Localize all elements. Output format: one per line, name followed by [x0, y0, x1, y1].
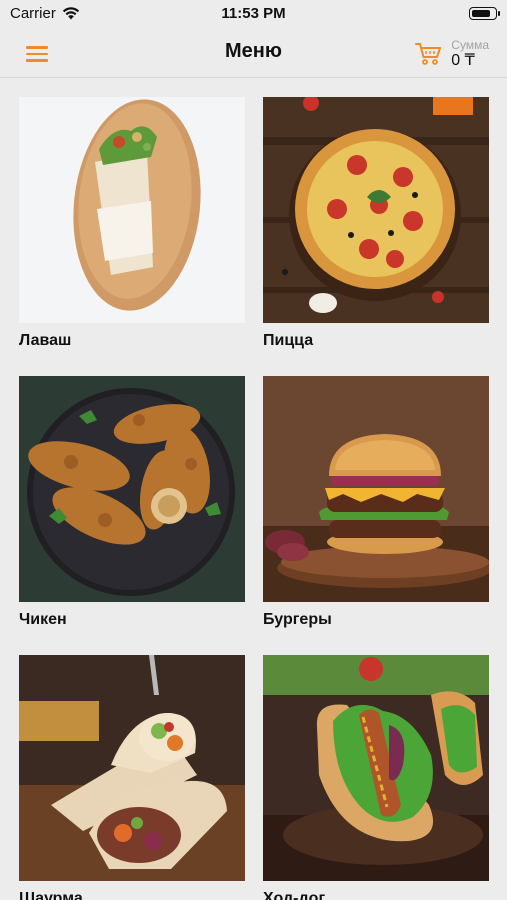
status-bar: Carrier 11:53 PM: [0, 0, 507, 28]
category-label: Бургеры: [263, 611, 332, 628]
category-label: Ход-дог: [263, 890, 326, 900]
chicken-image: [19, 376, 245, 602]
category-label: Чикен: [19, 611, 67, 628]
nav-bar: Меню Сумма 0 ₸: [0, 28, 507, 78]
shawarma-image: [19, 655, 245, 881]
lavash-image: [19, 97, 245, 323]
category-tile-hotdog[interactable]: Ход-дог: [263, 655, 489, 900]
cart-summary: Сумма 0 ₸: [451, 37, 489, 70]
status-time: 11:53 PM: [221, 5, 286, 22]
shopping-cart-icon: [415, 43, 442, 65]
category-tile-lavash[interactable]: Лаваш: [19, 97, 245, 352]
burger-image: [263, 376, 489, 602]
category-tile-pizza[interactable]: Пицца: [263, 97, 489, 352]
category-tile-burgers[interactable]: Бургеры: [263, 376, 489, 631]
category-label: Шаурма: [19, 890, 83, 900]
category-label: Пицца: [263, 332, 314, 349]
cart-total-value: 0 ₸: [451, 51, 475, 69]
cart-button[interactable]: Сумма 0 ₸: [415, 34, 489, 74]
category-label: Лаваш: [19, 332, 72, 349]
pizza-image: [263, 97, 489, 323]
hotdog-image: [263, 655, 489, 881]
category-tile-chicken[interactable]: Чикен: [19, 376, 245, 631]
category-grid: Лаваш Пицца Чикен Бургеры Шаурма Ход-дог: [19, 97, 489, 900]
category-tile-shawarma[interactable]: Шаурма: [19, 655, 245, 900]
battery-level: [472, 10, 491, 17]
battery-icon: [469, 7, 500, 20]
cart-total-label: Сумма: [451, 37, 489, 52]
